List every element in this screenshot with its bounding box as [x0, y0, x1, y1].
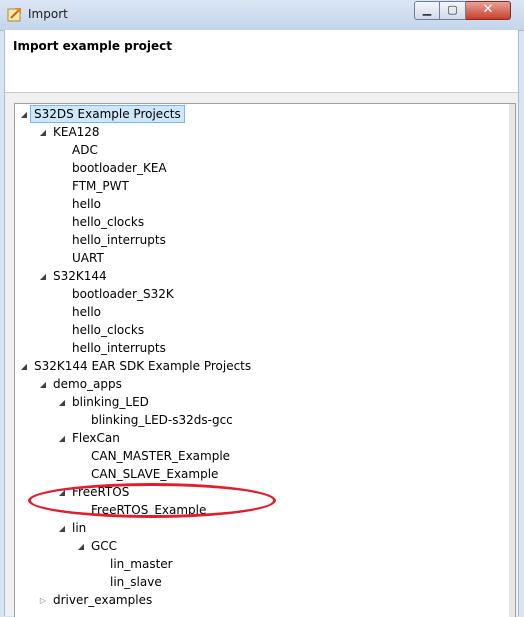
- page-title: Import example project: [13, 39, 172, 53]
- tree-item[interactable]: lin_master: [94, 555, 177, 573]
- tree-item-label: lin_master: [110, 557, 173, 571]
- close-button[interactable]: ✕: [466, 1, 511, 20]
- tree-item[interactable]: ◢ S32K144 EAR SDK Example Projects: [18, 357, 255, 375]
- tree-item-label: S32DS Example Projects: [30, 105, 185, 123]
- maximize-icon: ▢: [447, 3, 458, 16]
- tree-item-label: CAN_SLAVE_Example: [91, 467, 219, 481]
- dialog-header: Import example project: [5, 30, 518, 93]
- tree-item[interactable]: bootloader_S32K: [56, 285, 178, 303]
- tree-item[interactable]: ◢ S32K144: [37, 267, 111, 285]
- expand-arrow-icon[interactable]: ◢: [56, 394, 68, 412]
- tree-item[interactable]: FreeRTOS_Example: [75, 501, 210, 519]
- tree-item[interactable]: ◢ KEA128: [37, 123, 104, 141]
- minimize-icon: ▁: [422, 3, 432, 16]
- window-title: Import: [28, 7, 68, 21]
- tree-item[interactable]: hello_interrupts: [56, 339, 170, 357]
- tree-item[interactable]: ADC: [56, 141, 102, 159]
- tree-item[interactable]: ◢ GCC: [75, 537, 121, 555]
- tree-item-label: lin: [72, 521, 87, 535]
- tree-item[interactable]: UART: [56, 249, 108, 267]
- expand-arrow-icon[interactable]: ◢: [56, 520, 68, 538]
- tree-item[interactable]: FTM_PWT: [56, 177, 133, 195]
- collapsed-arrow-icon[interactable]: ▷: [37, 592, 49, 610]
- expand-arrow-icon[interactable]: ◢: [56, 430, 68, 448]
- tree-item-label: ADC: [72, 143, 98, 157]
- tree-item-label: hello_interrupts: [72, 233, 166, 247]
- tree-item[interactable]: blinking_LED-s32ds-gcc: [75, 411, 237, 429]
- tree-item-label: FlexCan: [72, 431, 120, 445]
- tree-item[interactable]: ◢ FlexCan: [56, 429, 124, 447]
- tree-item-label: KEA128: [53, 125, 100, 139]
- minimize-button[interactable]: ▁: [414, 1, 440, 20]
- expand-arrow-icon[interactable]: ◢: [18, 358, 30, 376]
- tree-item-label: demo_apps: [53, 377, 122, 391]
- expand-arrow-icon[interactable]: ◢: [75, 538, 87, 556]
- expand-arrow-icon[interactable]: ◢: [18, 106, 30, 124]
- tree-item-label: hello_clocks: [72, 215, 145, 229]
- tree-item-label: GCC: [91, 539, 118, 553]
- tree-item[interactable]: hello_clocks: [56, 321, 148, 339]
- tree-item-label: FTM_PWT: [72, 179, 129, 193]
- tree-item-label: hello_interrupts: [72, 341, 166, 355]
- tree-item-label: CAN_MASTER_Example: [91, 449, 231, 463]
- tree-item-label: S32K144: [53, 269, 107, 283]
- tree-item[interactable]: hello: [56, 303, 105, 321]
- tree-item-label: hello: [72, 197, 101, 211]
- maximize-button[interactable]: ▢: [440, 1, 466, 20]
- tree-item-label: S32K144 EAR SDK Example Projects: [34, 359, 252, 373]
- tree-item[interactable]: ◢ FreeRTOS: [56, 483, 133, 501]
- tree-item[interactable]: hello_interrupts: [56, 231, 170, 249]
- expand-arrow-icon[interactable]: ◢: [37, 376, 49, 394]
- vertical-scrollbar[interactable]: [509, 104, 515, 617]
- tree-item-label: FreeRTOS_Example: [91, 503, 207, 517]
- tree-item-label: UART: [72, 251, 104, 265]
- tree-item[interactable]: CAN_SLAVE_Example: [75, 465, 222, 483]
- tree-item-label: bootloader_KEA: [72, 161, 167, 175]
- tree-item-label: bootloader_S32K: [72, 287, 174, 301]
- tree-item[interactable]: ◢ demo_apps: [37, 375, 126, 393]
- title-bar: Import ▁ ▢ ✕: [0, 0, 524, 31]
- tree-item-label: lin_slave: [110, 575, 162, 589]
- tree-item[interactable]: ◢ S32DS Example Projects: [18, 105, 185, 123]
- tree-item[interactable]: CAN_MASTER_Example: [75, 447, 234, 465]
- example-project-tree[interactable]: ◢ S32DS Example Projects ◢ KEA128 ADC bootloa…: [14, 103, 516, 617]
- tree-item[interactable]: hello_clocks: [56, 213, 148, 231]
- tree-item-label: hello: [72, 305, 101, 319]
- tree-item[interactable]: bootloader_KEA: [56, 159, 171, 177]
- tree-item-label: hello_clocks: [72, 323, 145, 337]
- tree-item-label: blinking_LED-s32ds-gcc: [91, 413, 233, 427]
- tree-item-label: FreeRTOS: [72, 485, 130, 499]
- expand-arrow-icon[interactable]: ◢: [37, 124, 49, 142]
- import-dialog: Import example project ◢ S32DS Example Pr…: [4, 30, 519, 617]
- tree-item[interactable]: ◢ blinking_LED: [56, 393, 153, 411]
- close-icon: ✕: [482, 2, 494, 17]
- tree-item[interactable]: lin_slave: [94, 573, 166, 591]
- tree-item[interactable]: hello: [56, 195, 105, 213]
- import-icon: [7, 8, 21, 22]
- tree-item[interactable]: ◢ lin: [56, 519, 90, 537]
- tree-item-label: blinking_LED: [72, 395, 149, 409]
- expand-arrow-icon[interactable]: ◢: [37, 268, 49, 286]
- expand-arrow-icon[interactable]: ◢: [56, 484, 68, 502]
- tree-item[interactable]: ▷ driver_examples: [37, 591, 156, 609]
- tree-item-label: driver_examples: [53, 593, 153, 607]
